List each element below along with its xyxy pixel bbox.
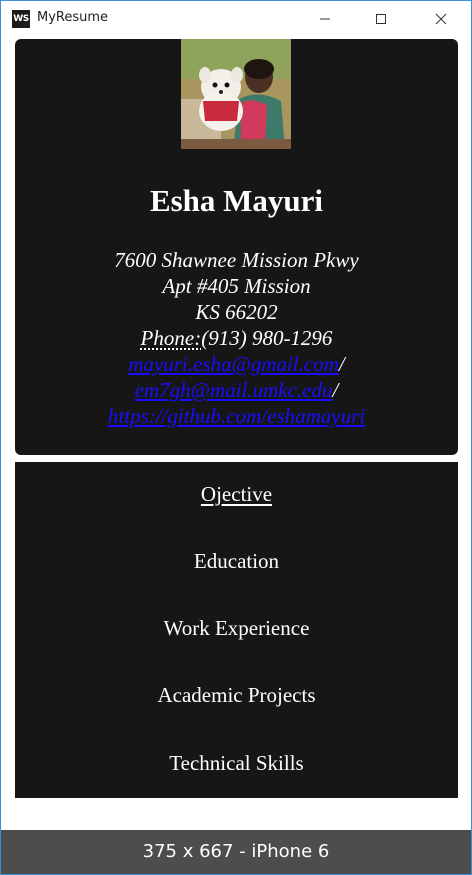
minimize-button[interactable] (302, 1, 348, 37)
app-window: WS MyResume Esha Mayuri 7600 Shawnee Mis… (0, 0, 472, 875)
separator: / (338, 352, 345, 376)
close-button[interactable] (418, 1, 464, 37)
address-line-1: 7600 Shawnee Mission Pkwy (114, 248, 359, 272)
minimize-icon (320, 18, 330, 20)
nav-item-label: Academic Projects (157, 683, 316, 707)
profile-name: Esha Mayuri (149, 183, 324, 218)
profile-photo-image (181, 39, 291, 149)
address-line-2: Apt #405 Mission (162, 274, 311, 298)
title-bar: WS MyResume (1, 1, 471, 37)
email-link-secondary[interactable]: em7gh@mail.umkc.edu (135, 378, 333, 402)
device-size-bar: 375 x 667 - iPhone 6 (1, 830, 471, 874)
nav-item-label: Technical Skills (169, 751, 304, 775)
contact-details: 7600 Shawnee Mission Pkwy Apt #405 Missi… (15, 247, 458, 429)
phone-number: (913) 980-1296 (201, 326, 333, 350)
profile-card: Esha Mayuri 7600 Shawnee Mission Pkwy Ap… (15, 39, 458, 455)
close-icon (435, 13, 447, 25)
separator: / (332, 378, 339, 402)
nav-item-academic-projects[interactable]: Academic Projects (15, 683, 458, 708)
phone-label: Phone: (140, 326, 202, 350)
nav-item-work-experience[interactable]: Work Experience (15, 616, 458, 641)
profile-photo (181, 39, 291, 149)
nav-item-education[interactable]: Education (15, 549, 458, 574)
github-line: https://github.com/eshamayuri (15, 403, 458, 429)
maximize-icon (376, 14, 386, 24)
section-nav: Ojective Education Work Experience Acade… (15, 462, 458, 798)
window-title: MyResume (37, 10, 109, 25)
maximize-button[interactable] (358, 1, 404, 37)
email-line-1: mayuri.esha@gmail.com/ (15, 351, 458, 377)
webstorm-app-icon: WS (12, 10, 30, 28)
address-line-3: KS 66202 (195, 300, 278, 324)
nav-item-label: Work Experience (163, 616, 310, 640)
github-link[interactable]: https://github.com/eshamayuri (108, 404, 365, 428)
email-link-primary[interactable]: mayuri.esha@gmail.com (128, 352, 339, 376)
nav-item-technical-skills[interactable]: Technical Skills (15, 751, 458, 776)
phone-line: Phone:(913) 980-1296 (15, 325, 458, 351)
nav-item-label: Ojective (200, 482, 273, 506)
email-line-2: em7gh@mail.umkc.edu/ (15, 377, 458, 403)
browser-viewport: Esha Mayuri 7600 Shawnee Mission Pkwy Ap… (1, 37, 471, 830)
nav-item-label: Education (193, 549, 280, 573)
nav-item-objective[interactable]: Ojective (15, 482, 458, 507)
